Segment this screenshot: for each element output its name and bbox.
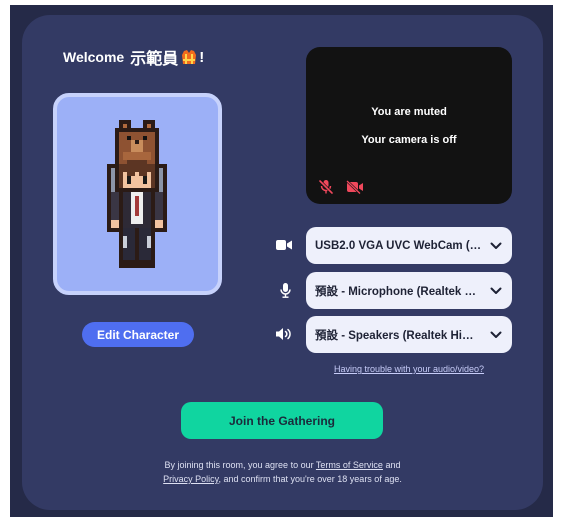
camera-select-value: USB2.0 VGA UVC WebCam (… <box>315 239 482 252</box>
welcome-heading: Welcome 示範員 ! <box>63 46 205 69</box>
audio-video-help-link[interactable]: Having trouble with your audio/video? <box>306 363 512 375</box>
privacy-policy-link[interactable]: Privacy Policy <box>163 474 218 484</box>
welcome-exclamation: ! <box>199 48 205 66</box>
edit-character-button[interactable]: Edit Character <box>82 322 194 347</box>
legal-prefix: By joining this room, you agree to our <box>164 460 316 470</box>
join-gathering-button[interactable]: Join the Gathering <box>181 402 383 439</box>
speaker-icon <box>276 327 293 341</box>
camera-icon <box>276 239 292 251</box>
camera-select[interactable]: USB2.0 VGA UVC WebCam (… <box>306 227 512 264</box>
legal-notice: By joining this room, you agree to our T… <box>22 458 543 486</box>
video-preview <box>306 47 512 204</box>
speaker-select-value: 預設 - Speakers (Realtek Hi… <box>315 329 474 342</box>
terms-of-service-link[interactable]: Terms of Service <box>316 460 383 470</box>
mic-off-icon[interactable] <box>318 179 334 195</box>
microphone-select-value: 預設 - Microphone (Realtek … <box>315 285 477 298</box>
legal-line1-end: and <box>382 460 401 470</box>
character-avatar <box>107 120 167 268</box>
microphone-select[interactable]: 預設 - Microphone (Realtek … <box>306 272 512 309</box>
join-screen: Welcome 示範員 ! Edit Character You are mut… <box>0 0 561 525</box>
speaker-select[interactable]: 預設 - Speakers (Realtek Hi… <box>306 316 512 353</box>
chevron-down-icon <box>490 242 502 250</box>
camera-off-status-text: Your camera is off <box>361 134 457 146</box>
microphone-icon <box>280 283 291 298</box>
chevron-down-icon <box>490 331 502 339</box>
welcome-greeting: Welcome <box>63 49 125 65</box>
camera-off-icon[interactable] <box>346 180 364 194</box>
muted-status-text: You are muted <box>371 106 447 118</box>
safety-vest-emoji-icon <box>181 49 197 65</box>
welcome-user-name: 示範員 <box>130 51 179 68</box>
legal-suffix: , and confirm that you're over 18 years … <box>218 474 402 484</box>
chevron-down-icon <box>490 287 502 295</box>
